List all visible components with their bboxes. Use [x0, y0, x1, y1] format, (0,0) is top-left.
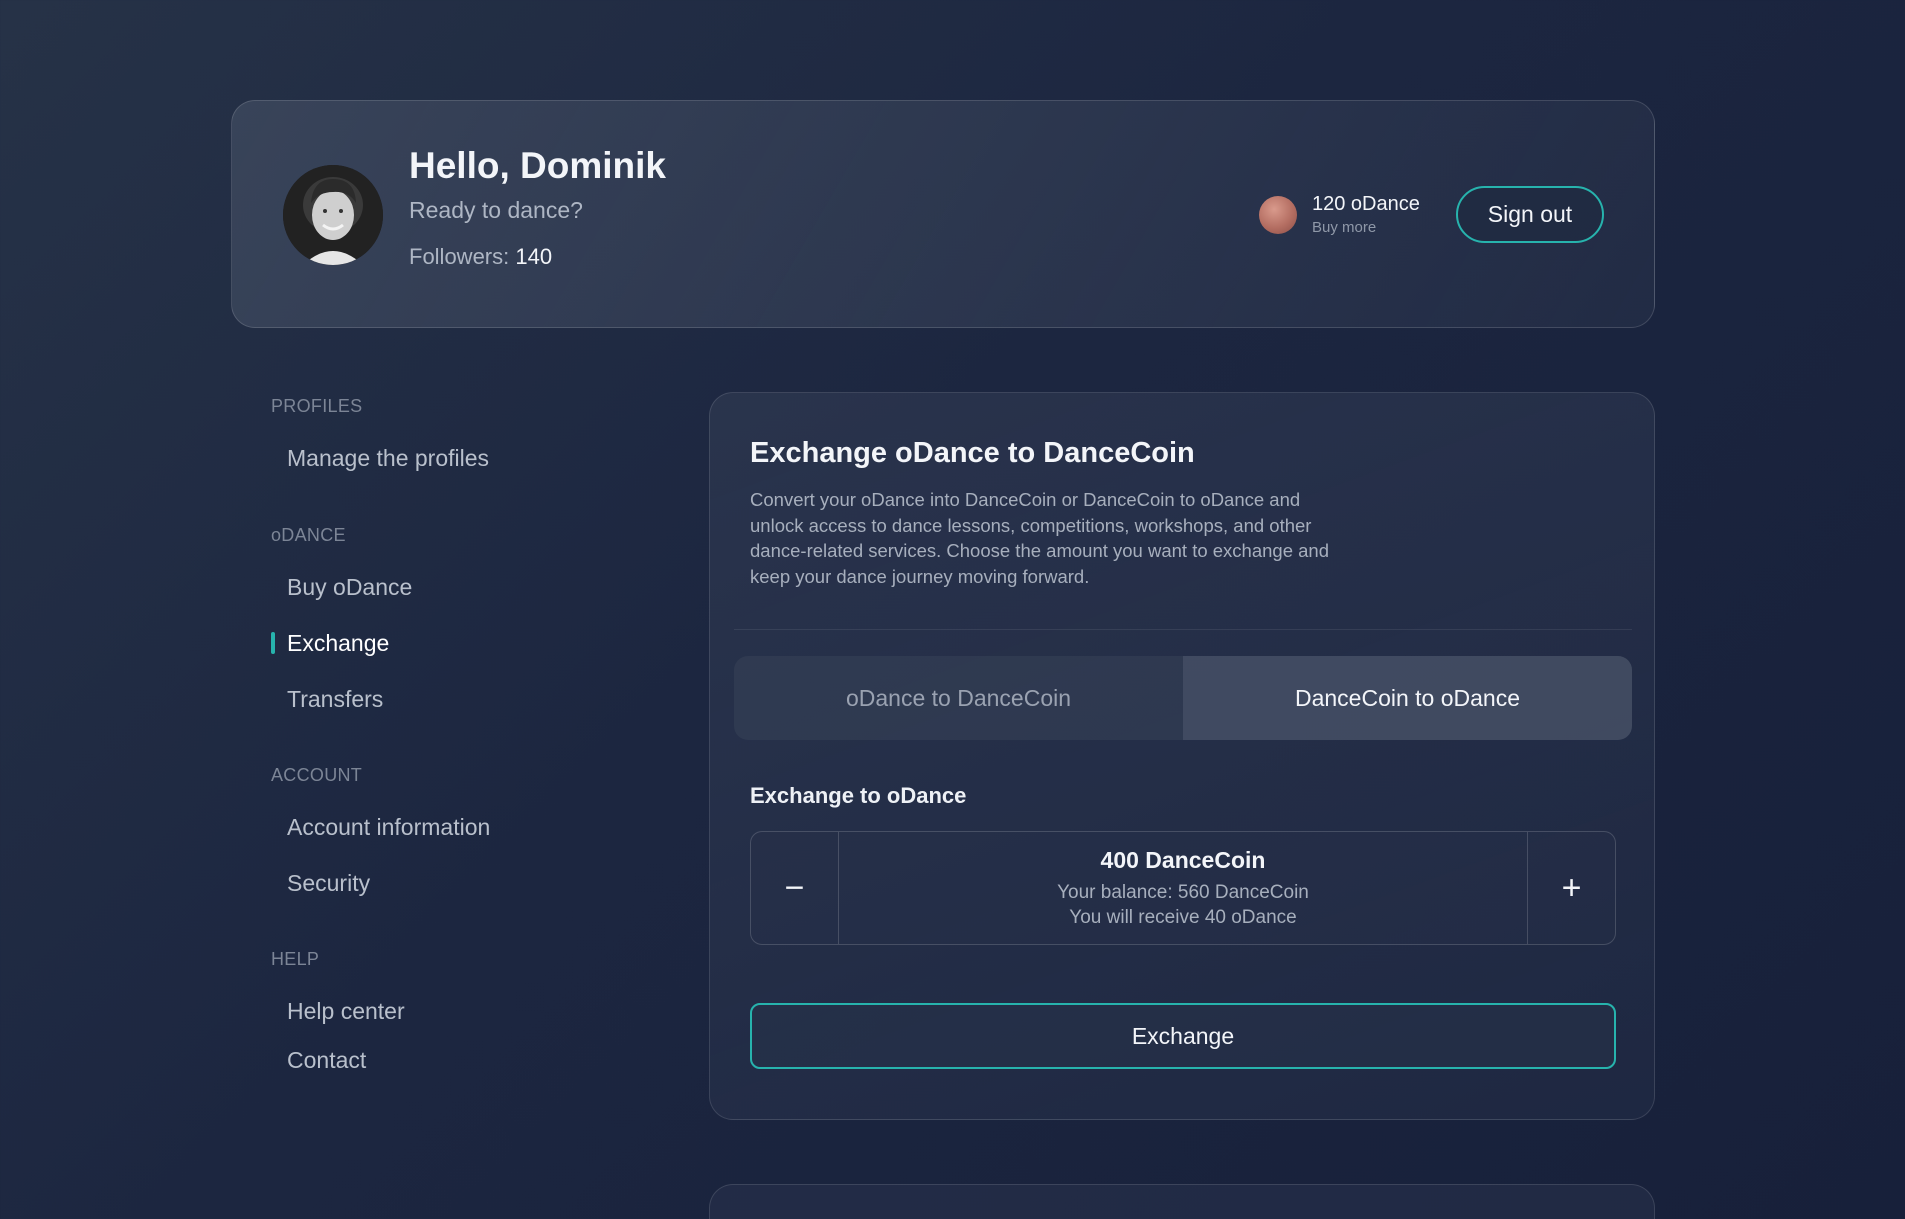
sidebar-item-account-information[interactable]: Account information — [287, 814, 490, 841]
amount-value: 400 DanceCoin — [1100, 846, 1266, 873]
sidebar-section-profiles: PROFILES — [271, 396, 363, 416]
sidebar-item-exchange[interactable]: Exchange — [287, 630, 389, 657]
tab-dancecoin-to-odance[interactable]: DanceCoin to oDance — [1183, 656, 1632, 740]
active-indicator — [271, 632, 275, 654]
odance-coin-icon — [1259, 196, 1297, 234]
sidebar-item-help-center[interactable]: Help center — [287, 998, 405, 1025]
secondary-panel — [709, 1184, 1655, 1219]
decrease-button[interactable]: − — [751, 832, 839, 944]
amount-display: 400 DanceCoin Your balance: 560 DanceCoi… — [839, 832, 1527, 944]
sign-out-button[interactable]: Sign out — [1456, 186, 1604, 243]
receive-text: You will receive 40 oDance — [1069, 906, 1297, 928]
increase-button[interactable]: + — [1527, 832, 1615, 944]
exchange-panel: Exchange oDance to DanceCoin Convert you… — [709, 392, 1655, 1120]
followers-info: Followers: 140 — [409, 244, 552, 270]
page-title: Hello, Dominik — [409, 145, 666, 186]
exchange-to-label: Exchange to oDance — [750, 783, 967, 808]
followers-label: Followers: — [409, 244, 516, 269]
sidebar-section-odance: oDANCE — [271, 525, 346, 545]
sidebar-section-help: HELP — [271, 949, 320, 969]
exchange-description: Convert your oDance into DanceCoin or Da… — [750, 489, 1330, 587]
exchange-button[interactable]: Exchange — [750, 1003, 1616, 1069]
subtitle: Ready to dance? — [409, 197, 583, 223]
plus-icon: + — [1561, 868, 1582, 907]
exchange-title: Exchange oDance to DanceCoin — [750, 437, 1195, 469]
balance-text: Your balance: 560 DanceCoin — [1057, 881, 1309, 903]
sidebar-item-security[interactable]: Security — [287, 870, 370, 897]
avatar-image — [283, 165, 383, 265]
sidebar-item-contact[interactable]: Contact — [287, 1047, 366, 1074]
minus-icon: − — [784, 868, 805, 907]
followers-count: 140 — [515, 244, 553, 269]
odance-balance: 120 oDance — [1312, 193, 1420, 215]
profile-header-card: Hello, Dominik Ready to dance? Followers… — [231, 100, 1655, 328]
avatar — [283, 165, 383, 265]
sidebar-item-manage-profiles[interactable]: Manage the profiles — [287, 445, 489, 472]
buy-more-link[interactable]: Buy more — [1312, 219, 1376, 236]
exchange-direction-tabs: oDance to DanceCoin DanceCoin to oDance — [734, 656, 1632, 740]
sidebar-item-transfers[interactable]: Transfers — [287, 686, 383, 713]
tab-odance-to-dancecoin[interactable]: oDance to DanceCoin — [734, 656, 1183, 740]
amount-stepper: − 400 DanceCoin Your balance: 560 DanceC… — [750, 831, 1616, 945]
divider — [734, 629, 1632, 630]
sidebar-item-buy-odance[interactable]: Buy oDance — [287, 574, 412, 601]
sidebar-section-account: ACCOUNT — [271, 765, 363, 785]
